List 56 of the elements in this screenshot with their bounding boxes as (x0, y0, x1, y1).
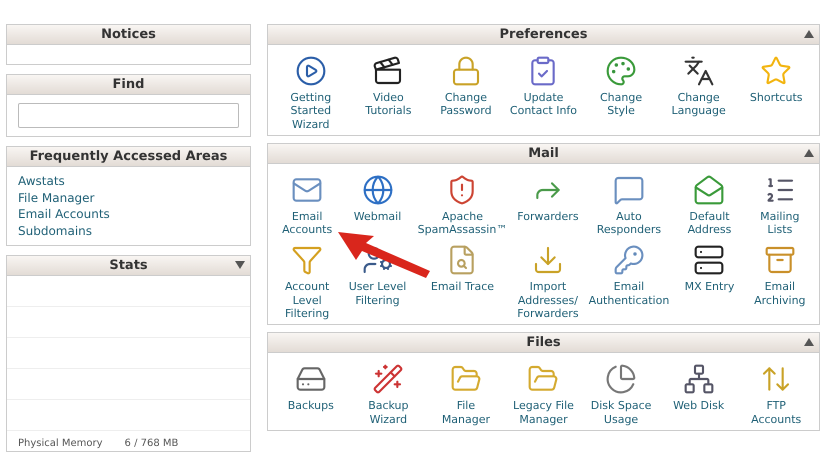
feature-link[interactable]: Web Disk (660, 359, 738, 426)
star-icon (760, 55, 792, 87)
open-envelope-icon (693, 174, 726, 206)
panel-title: Notices (101, 27, 156, 42)
panel-title: Find (112, 77, 144, 92)
feature-link[interactable]: Apache SpamAssassin™ (412, 170, 512, 236)
feature-link[interactable]: Email Archiving (744, 240, 815, 320)
stat-label: Physical Memory (18, 438, 103, 449)
feature-link[interactable]: Email Trace (412, 240, 512, 320)
area-link[interactable]: Email Accounts (18, 206, 239, 222)
wand-icon (372, 363, 404, 396)
feature-link[interactable]: Import Addresses/ Forwarders (512, 240, 584, 320)
feature-link[interactable]: MX Entry (674, 240, 745, 320)
collapse-toggle-icon[interactable] (804, 148, 814, 157)
feature-link[interactable]: File Manager (427, 359, 505, 426)
panel-title: Frequently Accessed Areas (30, 149, 228, 164)
section-title: Preferences (500, 27, 588, 42)
stat-value: 6 / 768 MB (124, 438, 178, 449)
feature-link[interactable]: Auto Responders (584, 170, 674, 236)
feature-link[interactable]: Email Authentication (584, 240, 674, 320)
feature-link[interactable]: FTP Accounts (737, 359, 815, 426)
feature-link[interactable]: Getting Started Wizard (272, 51, 350, 131)
feature-link[interactable]: Account Level Filtering (272, 240, 342, 320)
feature-link[interactable]: Change Language (660, 51, 738, 131)
globe-icon (362, 174, 394, 206)
section-title: Files (526, 335, 561, 350)
feature-link[interactable]: Change Style (582, 51, 660, 131)
network-icon (682, 363, 715, 396)
play-icon (294, 55, 327, 87)
area-link[interactable]: Subdomains (18, 222, 239, 239)
panel-title: Stats (109, 258, 148, 273)
feature-link[interactable]: Default Address (674, 170, 745, 236)
feature-link[interactable]: Shortcuts (737, 51, 815, 131)
pie-chart-icon (605, 363, 638, 396)
area-link[interactable]: Awstats (18, 173, 239, 190)
area-link[interactable]: File Manager (18, 190, 239, 206)
feature-link[interactable]: Update Contact Info (504, 51, 582, 131)
key-icon (612, 244, 645, 276)
feature-link[interactable]: Mailing Lists (744, 170, 815, 236)
feature-link[interactable]: Forwarders (512, 170, 584, 236)
feature-link[interactable]: Backups (272, 359, 350, 426)
feature-link[interactable]: Email Accounts (272, 170, 342, 236)
search-field[interactable] (18, 103, 239, 128)
feature-link[interactable]: Disk Space Usage (582, 359, 660, 426)
feature-link[interactable]: Backup Wizard (350, 359, 428, 426)
feature-link[interactable]: Legacy File Manager (504, 359, 582, 426)
letters-icon (682, 55, 715, 87)
collapse-toggle-icon[interactable] (804, 338, 814, 346)
feature-link[interactable]: Webmail (342, 170, 413, 236)
funnel-icon (291, 244, 324, 276)
feature-link[interactable]: Video Tutorials (350, 51, 428, 131)
feature-link[interactable]: Change Password (427, 51, 505, 131)
server-icon (693, 244, 726, 276)
palette-icon (605, 55, 638, 87)
collapse-toggle-icon[interactable] (804, 30, 814, 38)
section-title: Mail (528, 146, 559, 161)
